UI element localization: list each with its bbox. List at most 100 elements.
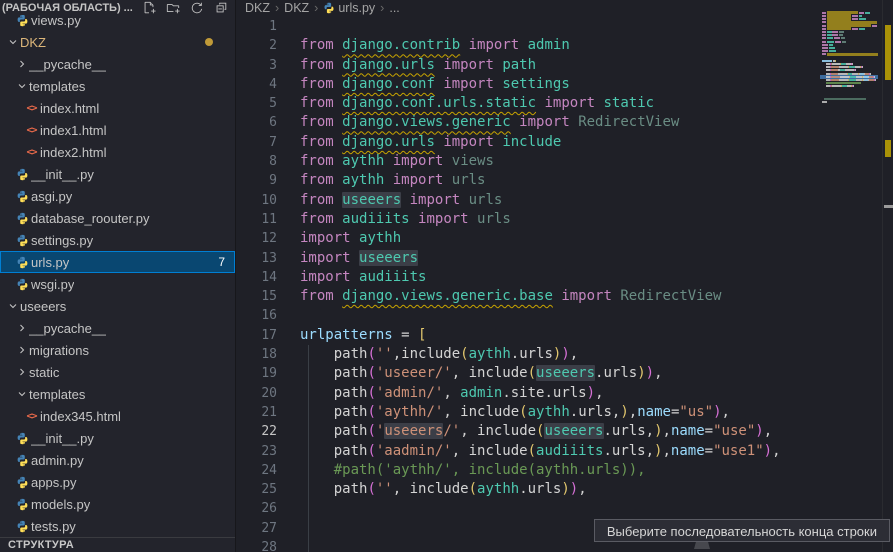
tree-item-dkz[interactable]: DKZ bbox=[0, 31, 235, 53]
new-folder-icon[interactable] bbox=[165, 0, 181, 16]
line-number[interactable]: 3 bbox=[237, 56, 277, 75]
code-line-14[interactable]: 14import audiiits bbox=[237, 268, 820, 287]
code-token bbox=[334, 114, 342, 130]
overview-ruler[interactable] bbox=[882, 0, 893, 552]
code-line-9[interactable]: 9from aythh import urls bbox=[237, 171, 820, 190]
tree-item-templates[interactable]: templates bbox=[0, 75, 235, 97]
line-number[interactable]: 27 bbox=[237, 519, 277, 538]
code-line-19[interactable]: 19 path('useeer/', include(useeers.urls)… bbox=[237, 364, 820, 383]
line-number[interactable]: 19 bbox=[237, 364, 277, 383]
tree-item-label: views.py bbox=[31, 15, 81, 28]
line-number[interactable]: 1 bbox=[237, 17, 277, 36]
code-token: settings bbox=[502, 76, 569, 92]
tree-item-models-py[interactable]: models.py bbox=[0, 493, 235, 515]
refresh-icon[interactable] bbox=[189, 0, 205, 16]
line-number[interactable]: 4 bbox=[237, 75, 277, 94]
tree-item-views-py[interactable]: views.py bbox=[0, 15, 235, 31]
breadcrumb-item-0[interactable]: DKZ bbox=[245, 1, 270, 15]
breadcrumb-item-2[interactable]: urls.py bbox=[323, 1, 375, 15]
line-number[interactable]: 9 bbox=[237, 171, 277, 190]
code-line-17[interactable]: 17urlpatterns = [ bbox=[237, 326, 820, 345]
tree-item-asgi-py[interactable]: asgi.py bbox=[0, 185, 235, 207]
line-number[interactable]: 15 bbox=[237, 287, 277, 306]
line-number[interactable]: 18 bbox=[237, 345, 277, 364]
code-line-2[interactable]: 2from django.contrib import admin bbox=[237, 36, 820, 55]
code-line-6[interactable]: 6from django.views.generic import Redire… bbox=[237, 113, 820, 132]
outline-section-header[interactable]: СТРУКТУРА bbox=[0, 537, 235, 552]
tree-item-database-roouter-py[interactable]: database_roouter.py bbox=[0, 207, 235, 229]
tree-item-pycache[interactable]: __pycache__ bbox=[0, 53, 235, 75]
code-line-20[interactable]: 20 path('admin/', admin.site.urls), bbox=[237, 384, 820, 403]
breadcrumb-item-1[interactable]: DKZ bbox=[284, 1, 309, 15]
line-number[interactable]: 12 bbox=[237, 229, 277, 248]
line-number[interactable]: 24 bbox=[237, 461, 277, 480]
code-line-12[interactable]: 12import aythh bbox=[237, 229, 820, 248]
code-line-11[interactable]: 11from audiiits import urls bbox=[237, 210, 820, 229]
tree-item-pycache[interactable]: __pycache__ bbox=[0, 317, 235, 339]
code-token bbox=[334, 76, 342, 92]
tree-item-migrations[interactable]: migrations bbox=[0, 339, 235, 361]
code-line-24[interactable]: 24 #path('aythh/', include(aythh.urls)), bbox=[237, 461, 820, 480]
tree-item-urls-py[interactable]: urls.py7 bbox=[0, 251, 235, 273]
tree-item-init-py[interactable]: __init__.py bbox=[0, 427, 235, 449]
code-line-15[interactable]: 15from django.views.generic.base import … bbox=[237, 287, 820, 306]
tree-item-index-html[interactable]: <>index.html bbox=[0, 97, 235, 119]
code-line-8[interactable]: 8from aythh import views bbox=[237, 152, 820, 171]
breadcrumb-item-3[interactable]: ... bbox=[389, 1, 399, 15]
tree-item-index1-html[interactable]: <>index1.html bbox=[0, 119, 235, 141]
tree-item-init-py[interactable]: __init__.py bbox=[0, 163, 235, 185]
line-number[interactable]: 11 bbox=[237, 210, 277, 229]
code-line-7[interactable]: 7from django.urls import include bbox=[237, 133, 820, 152]
line-number[interactable]: 6 bbox=[237, 113, 277, 132]
tree-item-apps-py[interactable]: apps.py bbox=[0, 471, 235, 493]
line-number[interactable]: 22 bbox=[237, 422, 277, 441]
code-token: import bbox=[443, 76, 494, 92]
code-line-3[interactable]: 3from django.urls import path bbox=[237, 56, 820, 75]
code-line-10[interactable]: 10from useeers import urls bbox=[237, 191, 820, 210]
line-number[interactable]: 14 bbox=[237, 268, 277, 287]
highlighted-word: useeers bbox=[536, 365, 595, 381]
new-file-icon[interactable] bbox=[141, 0, 157, 16]
tree-item-static[interactable]: static bbox=[0, 361, 235, 383]
line-number[interactable]: 10 bbox=[237, 191, 277, 210]
tree-item-settings-py[interactable]: settings.py bbox=[0, 229, 235, 251]
minimap[interactable] bbox=[820, 8, 878, 138]
line-number[interactable]: 7 bbox=[237, 133, 277, 152]
line-number[interactable]: 8 bbox=[237, 152, 277, 171]
line-number[interactable]: 13 bbox=[237, 249, 277, 268]
collapse-all-icon[interactable] bbox=[213, 0, 229, 16]
minimap-line-segment bbox=[822, 44, 828, 46]
code-line-22[interactable]: 22 path('useeers/', include(useeers.urls… bbox=[237, 422, 820, 441]
code-line-13[interactable]: 13import useeers bbox=[237, 249, 820, 268]
line-number[interactable]: 2 bbox=[237, 36, 277, 55]
tree-item-tests-py[interactable]: tests.py bbox=[0, 515, 235, 537]
line-number[interactable]: 28 bbox=[237, 538, 277, 552]
code-line-23[interactable]: 23 path('aadmin/', include(audiiits.urls… bbox=[237, 442, 820, 461]
tree-item-index345-html[interactable]: <>index345.html bbox=[0, 405, 235, 427]
line-number[interactable]: 21 bbox=[237, 403, 277, 422]
code-area[interactable]: 12from django.contrib import admin3from … bbox=[237, 17, 820, 552]
tree-item-useeers[interactable]: useeers bbox=[0, 295, 235, 317]
code-line-4[interactable]: 4 from django.conf import settings bbox=[237, 75, 820, 94]
line-number[interactable]: 5 bbox=[237, 94, 277, 113]
line-number[interactable]: 25 bbox=[237, 480, 277, 499]
code-token: , bbox=[570, 346, 578, 362]
code-line-18[interactable]: 18 path('',include(aythh.urls)), bbox=[237, 345, 820, 364]
code-line-16[interactable]: 16 bbox=[237, 306, 820, 325]
code-line-5[interactable]: 5from django.conf.urls.static import sta… bbox=[237, 94, 820, 113]
code-line-21[interactable]: 21 path('aythh/', include(aythh.urls,),n… bbox=[237, 403, 820, 422]
code-line-25[interactable]: 25 path('', include(aythh.urls)), bbox=[237, 480, 820, 499]
line-number[interactable]: 17 bbox=[237, 326, 277, 345]
line-number[interactable]: 23 bbox=[237, 442, 277, 461]
code-line-1[interactable]: 1 bbox=[237, 17, 820, 36]
tree-item-templates[interactable]: templates bbox=[0, 383, 235, 405]
line-number[interactable]: 20 bbox=[237, 384, 277, 403]
tree-item-admin-py[interactable]: admin.py bbox=[0, 449, 235, 471]
line-number[interactable]: 16 bbox=[237, 306, 277, 325]
tree-item-wsgi-py[interactable]: wsgi.py bbox=[0, 273, 235, 295]
code-line-26[interactable]: 26 bbox=[237, 499, 820, 518]
line-number[interactable]: 26 bbox=[237, 499, 277, 518]
code-token: from bbox=[300, 211, 334, 227]
tree-item-index2-html[interactable]: <>index2.html bbox=[0, 141, 235, 163]
code-text: from django.conf import settings bbox=[300, 75, 570, 94]
